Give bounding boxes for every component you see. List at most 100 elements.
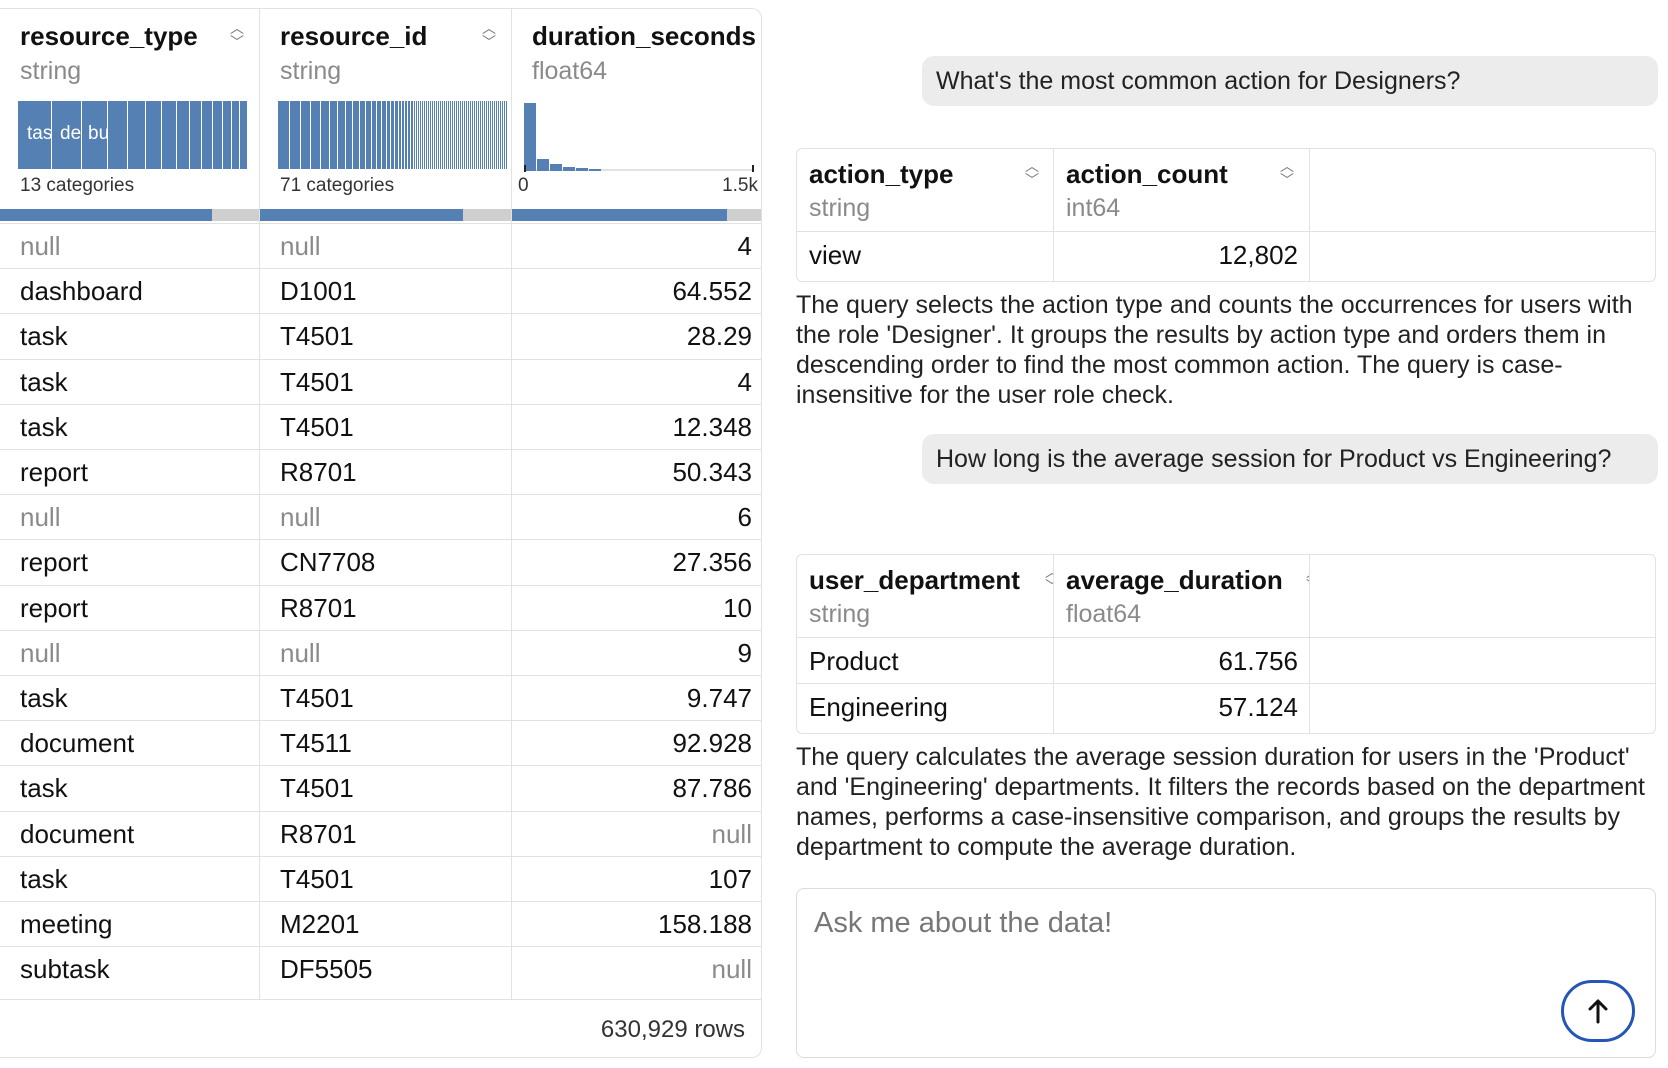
result-column-header[interactable]: action_type ︿ ﹀ string [797,149,1053,232]
cell-resource-id[interactable]: DF5505 [260,946,512,991]
cell-resource-id[interactable]: T4501 [260,765,512,810]
cell-resource-id[interactable]: T4511 [260,720,512,765]
cell-duration[interactable]: 4 [512,223,761,268]
column-header[interactable]: resource_type ︿ ﹀ string tas de bu 13 ca… [0,9,259,223]
numeric-histogram[interactable] [524,101,754,171]
cell-duration[interactable]: 4 [512,358,761,404]
cell-resource-type[interactable]: task [0,313,260,358]
cell-resource-id[interactable]: null [260,629,512,675]
cell-resource-id[interactable]: R8701 [260,449,512,494]
cell-resource-id[interactable]: CN7708 [260,539,512,584]
category-bar[interactable] [321,101,330,169]
cell-resource-id[interactable]: T4501 [260,675,512,720]
sort-icon[interactable]: ︿﹀ [1023,159,1041,189]
chat-input-placeholder[interactable]: Ask me about the data! [814,907,1112,940]
cell-resource-type[interactable]: task [0,855,260,901]
category-bar[interactable] [146,101,162,169]
sort-icon[interactable]: ︿﹀ [1304,565,1309,595]
cell-resource-type[interactable]: task [0,358,260,404]
category-bar[interactable] [162,101,177,169]
histogram-bar[interactable] [524,103,536,171]
cell-resource-type[interactable]: dashboard [0,268,260,313]
cell-resource-type[interactable]: null [0,494,260,539]
category-bar[interactable] [506,101,508,169]
histogram-bar[interactable] [576,168,588,171]
sort-icon[interactable]: ︿﹀ [1043,565,1053,595]
cell-duration[interactable]: 87.786 [512,765,761,810]
result-column-header[interactable]: user_department ︿﹀ string [797,555,1053,638]
category-bar[interactable] [232,101,240,169]
valid-values-bar[interactable] [0,209,259,221]
category-bar[interactable] [213,101,223,169]
category-histogram[interactable]: tas de bu [18,101,248,169]
valid-values-bar[interactable] [260,209,511,221]
cell-duration[interactable]: 64.552 [512,268,761,313]
cell-duration[interactable]: 28.29 [512,313,761,358]
table-row[interactable]: Product 61.756 [797,639,1655,684]
cell-duration[interactable]: null [512,810,761,856]
cell-duration[interactable]: 12.348 [512,403,761,449]
category-bar[interactable] [290,101,301,169]
cell-duration[interactable]: 27.356 [512,539,761,584]
category-bar[interactable] [346,101,353,169]
category-histogram[interactable] [278,101,508,169]
category-bar[interactable] [223,101,232,169]
histogram-bar[interactable] [537,159,549,171]
category-bar[interactable] [311,101,321,169]
sort-icon[interactable]: ︿﹀ [480,21,498,51]
cell-resource-type[interactable]: task [0,403,260,449]
cell-duration[interactable]: 10 [512,584,761,630]
send-button[interactable] [1561,980,1635,1042]
table-row[interactable]: view 12,802 [797,233,1655,278]
cell-resource-id[interactable]: R8701 [260,584,512,630]
column-header[interactable]: resource_id ︿ ﹀ string 71 categories [260,9,511,223]
cell-resource-id[interactable]: T4501 [260,358,512,404]
category-bar[interactable] [108,101,128,169]
cell-resource-type[interactable]: subtask [0,946,260,991]
category-bar[interactable] [301,101,311,169]
cell-resource-id[interactable]: T4501 [260,313,512,358]
table-row[interactable]: Engineering 57.124 [797,685,1655,730]
cell-duration[interactable]: 9.747 [512,675,761,720]
cell-resource-type[interactable]: meeting [0,901,260,946]
category-bar[interactable] [330,101,338,169]
cell-resource-type[interactable]: report [0,449,260,494]
cell-duration[interactable]: null [512,946,761,991]
sort-icon[interactable]: ︿﹀ [228,21,246,51]
histogram-bar[interactable] [563,167,575,171]
histogram-bar[interactable] [589,169,601,171]
histogram-bar[interactable] [550,164,562,171]
cell-duration[interactable]: 6 [512,494,761,539]
cell-duration[interactable]: 50.343 [512,449,761,494]
category-bar[interactable] [278,101,290,169]
cell-resource-type[interactable]: document [0,720,260,765]
category-bar[interactable] [177,101,190,169]
cell-resource-id[interactable]: T4501 [260,855,512,901]
cell-resource-id[interactable]: D1001 [260,268,512,313]
column-header[interactable]: duration_seconds float64 0 1.5k [512,9,761,223]
result-column-header[interactable]: action_count ︿ ﹀ int64 [1054,149,1309,232]
cell-duration[interactable]: 92.928 [512,720,761,765]
cell-resource-id[interactable]: null [260,494,512,539]
chat-input-box[interactable]: Ask me about the data! [796,888,1656,1058]
cell-resource-type[interactable]: report [0,539,260,584]
valid-values-bar[interactable] [512,209,761,221]
category-bar[interactable] [128,101,146,169]
result-column-header[interactable]: average_duration ︿﹀ float64 [1054,555,1309,638]
category-bar[interactable] [190,101,202,169]
category-bar[interactable] [338,101,346,169]
cell-resource-type[interactable]: report [0,584,260,630]
category-bar[interactable] [202,101,213,169]
cell-resource-type[interactable]: document [0,810,260,856]
cell-resource-type[interactable]: task [0,675,260,720]
category-bar[interactable] [353,101,360,169]
cell-duration[interactable]: 9 [512,629,761,675]
cell-duration[interactable]: 107 [512,855,761,901]
cell-resource-type[interactable]: null [0,629,260,675]
cell-resource-id[interactable]: T4501 [260,403,512,449]
cell-resource-id[interactable]: null [260,223,512,268]
cell-resource-type[interactable]: task [0,765,260,810]
cell-duration[interactable]: 158.188 [512,901,761,946]
sort-icon[interactable]: ︿﹀ [1278,159,1296,189]
cell-resource-id[interactable]: M2201 [260,901,512,946]
